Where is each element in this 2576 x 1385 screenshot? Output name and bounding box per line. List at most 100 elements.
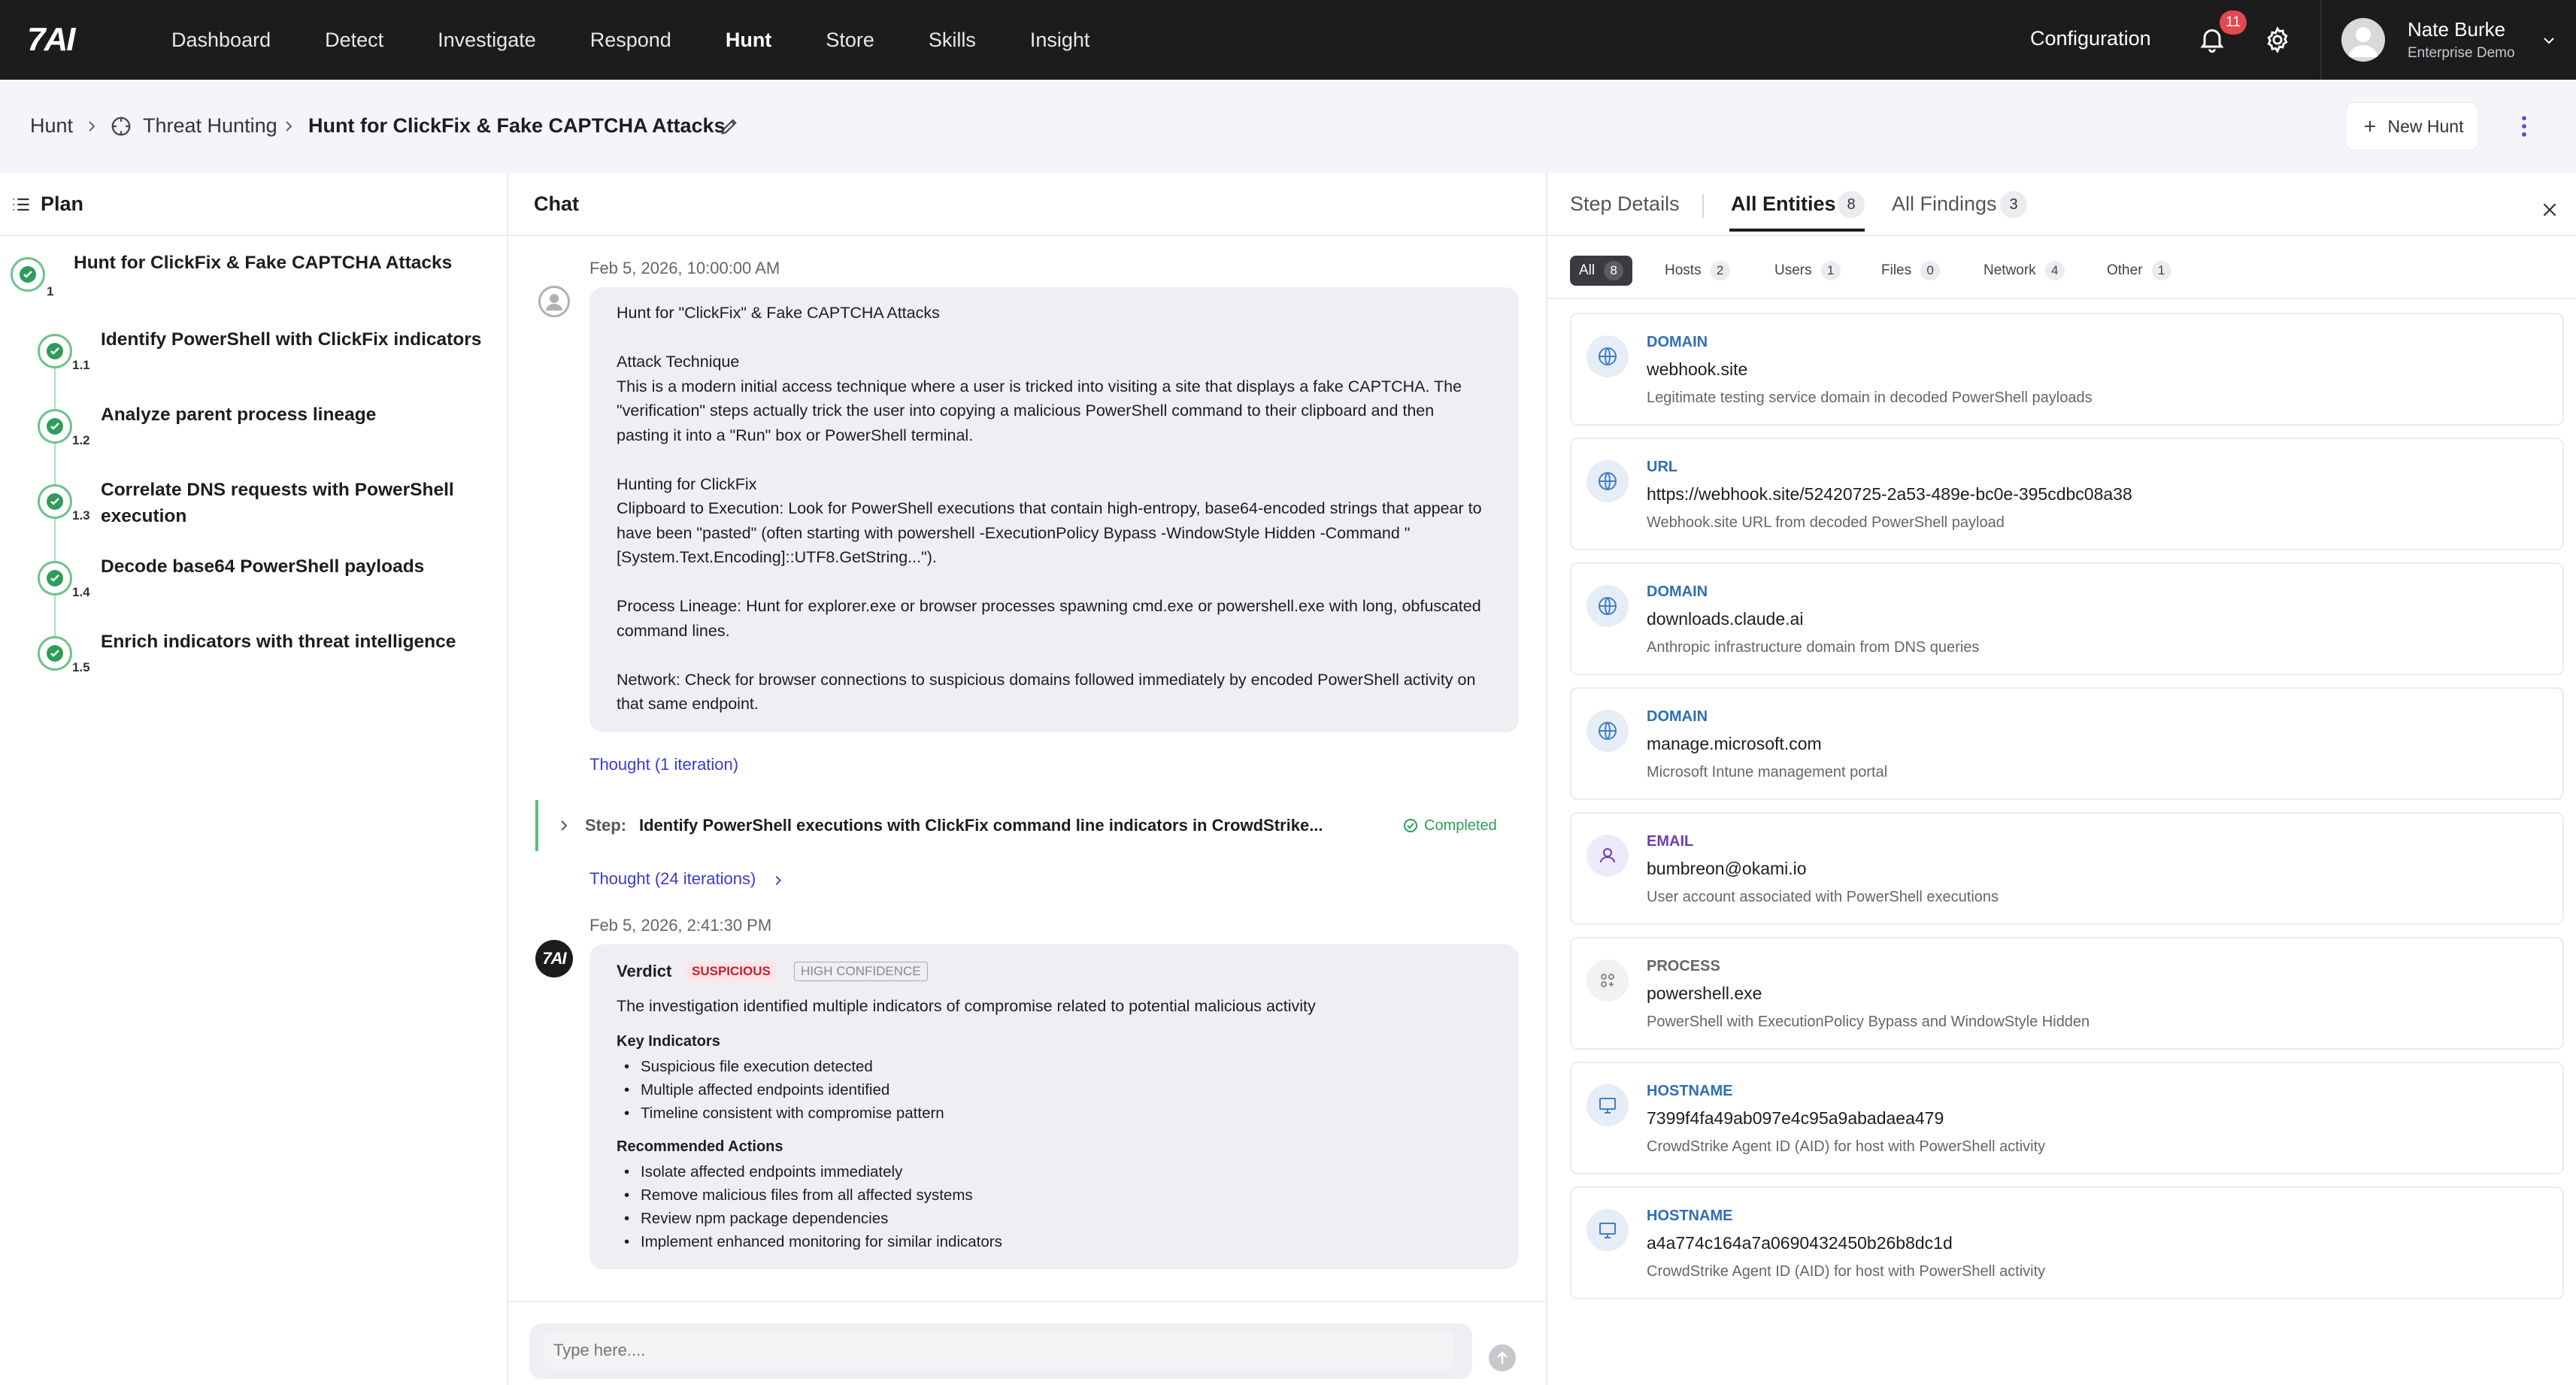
filter-count: 0 xyxy=(1920,261,1941,280)
nav-insight[interactable]: Insight xyxy=(1030,29,1090,52)
chat-input[interactable] xyxy=(544,1331,1454,1370)
plan-step-number: 1.2 xyxy=(72,433,90,447)
verdict-summary: The investigation identified multiple in… xyxy=(617,997,1316,1015)
tab-step-details[interactable]: Step Details xyxy=(1570,192,1680,216)
entity-description: CrowdStrike Agent ID (AID) for host with… xyxy=(1647,1263,2046,1280)
page-title: Hunt for ClickFix & Fake CAPTCHA Attacks xyxy=(308,114,726,137)
entity-value[interactable]: 7399f4fa49ab097e4c95a9abadaea479 xyxy=(1647,1108,1944,1129)
avatar[interactable] xyxy=(2341,18,2385,62)
message-line: command lines. xyxy=(617,621,730,640)
filter-divider xyxy=(1547,298,2576,299)
plan-item-correlate-line2[interactable]: execution xyxy=(101,503,186,529)
entity-description: Legitimate testing service domain in dec… xyxy=(1647,389,2093,406)
status-badge: SUSPICIOUS xyxy=(686,962,777,981)
chevron-right-icon[interactable] xyxy=(556,817,571,835)
entity-card[interactable]: DOMAIN webhook.site Legitimate testing ser… xyxy=(1570,313,2564,426)
filter-label: Users xyxy=(1774,262,1812,278)
entity-description: PowerShell with ExecutionPolicy Bypass a… xyxy=(1647,1014,2090,1030)
bot-avatar: 7AI xyxy=(535,940,573,977)
message-line: "verification" steps actually trick the … xyxy=(617,402,1435,420)
list-item: Review npm package dependencies xyxy=(624,1210,888,1228)
nav-dashboard[interactable]: Dashboard xyxy=(171,29,271,52)
entity-value[interactable]: https://webhook.site/52420725-2a53-489e-… xyxy=(1647,484,2132,505)
entity-type: DOMAIN xyxy=(1647,708,1708,725)
nav-hunt[interactable]: Hunt xyxy=(726,29,771,52)
more-options-icon[interactable] xyxy=(2513,113,2535,140)
filter-all[interactable]: All 8 xyxy=(1570,256,1633,286)
entity-value[interactable]: webhook.site xyxy=(1647,359,1747,380)
tab-all-findings[interactable]: All Findings xyxy=(1892,192,1997,216)
breadcrumb-hunt[interactable]: Hunt xyxy=(30,114,73,138)
new-hunt-label: New Hunt xyxy=(2387,116,2464,136)
entity-card[interactable]: DOMAIN downloads.claude.ai Anthropic infra… xyxy=(1570,562,2564,675)
filter-network[interactable]: Network 4 xyxy=(1974,256,2074,286)
list-item: Timeline consistent with compromise patt… xyxy=(624,1105,944,1123)
entity-type: DOMAIN xyxy=(1647,583,1708,600)
entity-value[interactable]: downloads.claude.ai xyxy=(1647,609,1803,629)
pencil-icon[interactable] xyxy=(719,116,740,137)
thought-toggle[interactable]: Thought (1 iteration) xyxy=(589,755,738,774)
entity-value[interactable]: powershell.exe xyxy=(1647,983,1762,1004)
message-line: [System.Text.Encoding]::UTF8.GetString..… xyxy=(617,548,937,566)
plan-item-enrich[interactable]: Enrich indicators with threat intelligen… xyxy=(101,629,456,655)
plan-title: Plan xyxy=(41,192,84,215)
nav-respond[interactable]: Respond xyxy=(590,29,671,52)
message-line: Clipboard to Execution: Look for PowerSh… xyxy=(617,499,1482,517)
filter-files[interactable]: Files 0 xyxy=(1872,256,1949,286)
nav-store[interactable]: Store xyxy=(826,29,874,52)
breadcrumb-threat-hunting[interactable]: Threat Hunting xyxy=(143,114,277,138)
chevron-right-icon[interactable] xyxy=(771,872,785,889)
entity-value[interactable]: bumbreon@okami.io xyxy=(1647,859,1807,879)
user-org: Enterprise Demo xyxy=(2408,45,2515,61)
close-icon[interactable] xyxy=(2540,200,2559,220)
entity-value[interactable]: a4a774c164a7a0690432450b26b8dc1d xyxy=(1647,1233,1953,1253)
nav-skills[interactable]: Skills xyxy=(929,29,976,52)
filter-hosts[interactable]: Hosts 2 xyxy=(1656,256,1739,286)
filter-label: Hosts xyxy=(1665,262,1702,278)
message-line: Attack Technique xyxy=(617,353,740,371)
entity-card[interactable]: HOSTNAME a4a774c164a7a0690432450b26b8dc1d… xyxy=(1570,1186,2564,1299)
entity-card[interactable]: DOMAIN manage.microsoft.com Microsoft Intu… xyxy=(1570,687,2564,800)
entity-card[interactable]: EMAIL bumbreon@okami.io User account assoc… xyxy=(1570,812,2564,925)
user-name[interactable]: Nate Burke xyxy=(2408,18,2505,41)
tab-all-entities[interactable]: All Entities xyxy=(1731,192,1836,216)
entity-type: DOMAIN xyxy=(1647,334,1708,350)
filter-count: 1 xyxy=(1820,261,1841,280)
findings-count: 3 xyxy=(2000,191,2027,218)
plan-item-hunt[interactable]: Hunt for ClickFix & Fake CAPTCHA Attacks xyxy=(74,250,452,276)
step-complete-icon xyxy=(38,409,72,444)
main-nav: Dashboard Detect Investigate Respond Hun… xyxy=(171,0,1144,80)
new-hunt-button[interactable]: New Hunt xyxy=(2346,102,2478,150)
thought-toggle-24[interactable]: Thought (24 iterations) xyxy=(589,869,756,889)
key-indicators-title: Key Indicators xyxy=(617,1033,720,1050)
crosshair-icon xyxy=(111,117,131,136)
gear-icon[interactable] xyxy=(2263,26,2292,54)
list-item: Suspicious file execution detected xyxy=(624,1058,873,1076)
entity-card[interactable]: PROCESS powershell.exe PowerShell with Exe… xyxy=(1570,937,2564,1050)
entity-type: HOSTNAME xyxy=(1647,1208,1733,1224)
list-item: Remove malicious files from all affected… xyxy=(624,1186,973,1205)
message-line xyxy=(617,570,1504,595)
actions-title: Recommended Actions xyxy=(617,1138,783,1155)
plan-item-decode[interactable]: Decode base64 PowerShell payloads xyxy=(101,553,424,580)
plan-item-analyze[interactable]: Analyze parent process lineage xyxy=(101,402,376,428)
chevron-down-icon[interactable] xyxy=(2540,32,2558,50)
nav-detect[interactable]: Detect xyxy=(325,29,383,52)
plan-item-identify[interactable]: Identify PowerShell with ClickFix indica… xyxy=(101,326,481,353)
filter-users[interactable]: Users 1 xyxy=(1765,256,1850,286)
send-button[interactable] xyxy=(1489,1344,1516,1371)
entity-card[interactable]: HOSTNAME 7399f4fa49ab097e4c95a9abadaea479… xyxy=(1570,1062,2564,1174)
plan-step-number: 1.3 xyxy=(72,508,90,523)
entity-type: EMAIL xyxy=(1647,833,1694,850)
message-timestamp: Feb 5, 2026, 10:00:00 AM xyxy=(589,259,780,277)
filter-other[interactable]: Other 1 xyxy=(2098,256,2181,286)
nav-investigate[interactable]: Investigate xyxy=(438,29,536,52)
filter-label: All xyxy=(1579,262,1596,278)
configuration-link[interactable]: Configuration xyxy=(2030,27,2151,50)
brand-logo[interactable]: 7AI xyxy=(27,21,76,59)
message-timestamp: Feb 5, 2026, 2:41:30 PM xyxy=(589,916,772,935)
plan-item-correlate[interactable]: Correlate DNS requests with PowerShell xyxy=(101,477,454,503)
entity-value[interactable]: manage.microsoft.com xyxy=(1647,734,1822,754)
filter-count: 4 xyxy=(2044,261,2065,280)
entity-card[interactable]: URL https://webhook.site/52420725-2a53-48… xyxy=(1570,438,2564,550)
